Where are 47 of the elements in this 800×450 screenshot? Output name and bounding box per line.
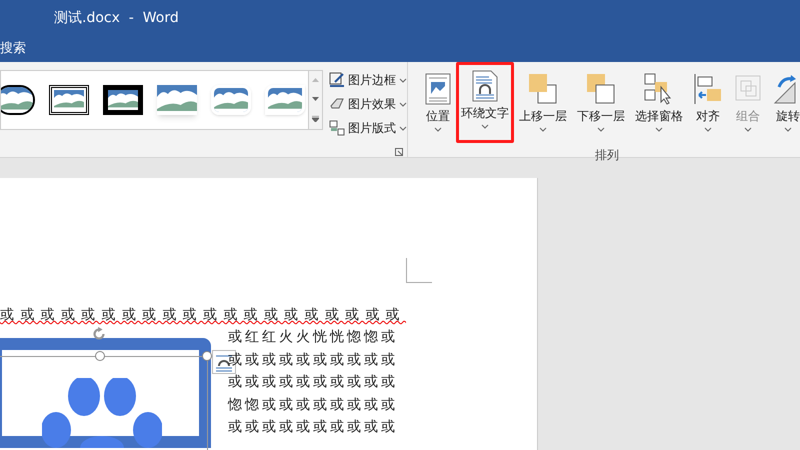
chevron-icon <box>399 78 407 82</box>
bring-forward-icon <box>528 73 558 105</box>
dialog-launcher-icon[interactable] <box>395 148 403 156</box>
picture-command-button[interactable]: 图片边框 <box>329 70 407 90</box>
send-backward-icon <box>586 73 616 105</box>
pen-border-icon <box>329 72 345 88</box>
body-text-line: 或或或或或或或或或或或或或或或或或或或或 <box>0 306 406 324</box>
arrange-button[interactable]: 位置 <box>420 68 456 146</box>
picture-style-thumbnail[interactable] <box>103 85 143 115</box>
margin-corner-mark <box>406 258 432 283</box>
wrap-text-icon <box>472 70 498 102</box>
search-label[interactable]: 搜索 <box>0 39 26 59</box>
position-icon <box>425 73 451 105</box>
arrange-button[interactable]: 环绕文字 <box>456 62 514 143</box>
picture-layout-icon <box>329 120 345 136</box>
arrange-button[interactable]: 上移一层 <box>514 68 572 146</box>
arrange-button[interactable]: 选择窗格 <box>630 68 688 146</box>
chevron-icon <box>784 127 792 132</box>
arrange-button[interactable]: 下移一层 <box>572 68 630 146</box>
picture-command-button[interactable]: 图片版式 <box>329 118 407 138</box>
body-text-line: 惚惚或或或或或或或或 <box>228 396 398 415</box>
arrange-button[interactable]: 旋转 <box>768 68 800 146</box>
body-text-line: 或或或或或或或或或或 <box>228 418 398 438</box>
chevron-icon <box>655 127 663 132</box>
chevron-icon <box>399 126 407 130</box>
align-icon <box>693 73 723 105</box>
rotate-handle-icon[interactable] <box>91 326 107 342</box>
chevron-icon <box>597 127 605 132</box>
picture-style-thumbnail[interactable] <box>1 85 35 115</box>
body-text-line: 或或或或或或或或或或 <box>228 373 398 392</box>
chevron-icon <box>434 127 442 132</box>
more-styles-icon[interactable] <box>312 116 319 122</box>
window-title: 测试.docx - Word <box>54 8 179 28</box>
chevron-icon <box>744 127 752 132</box>
chevron-icon <box>704 127 712 132</box>
arrange-button[interactable]: 对齐 <box>688 68 728 146</box>
picture-style-thumbnail[interactable] <box>157 85 197 115</box>
chevron-icon <box>539 127 547 132</box>
group-label: 排列 <box>595 147 620 164</box>
chevron-icon <box>481 124 489 129</box>
scroll-down-icon[interactable] <box>312 96 319 101</box>
selection-pane-icon <box>644 73 674 105</box>
picture-style-thumbnail[interactable] <box>49 85 89 115</box>
body-text-line: 或或或或或或或或或或 <box>228 350 398 370</box>
picture-command-button[interactable]: 图片效果 <box>329 94 407 114</box>
chevron-icon <box>399 102 407 106</box>
body-text-line: 或红红火火恍恍惚惚或 <box>228 328 398 347</box>
